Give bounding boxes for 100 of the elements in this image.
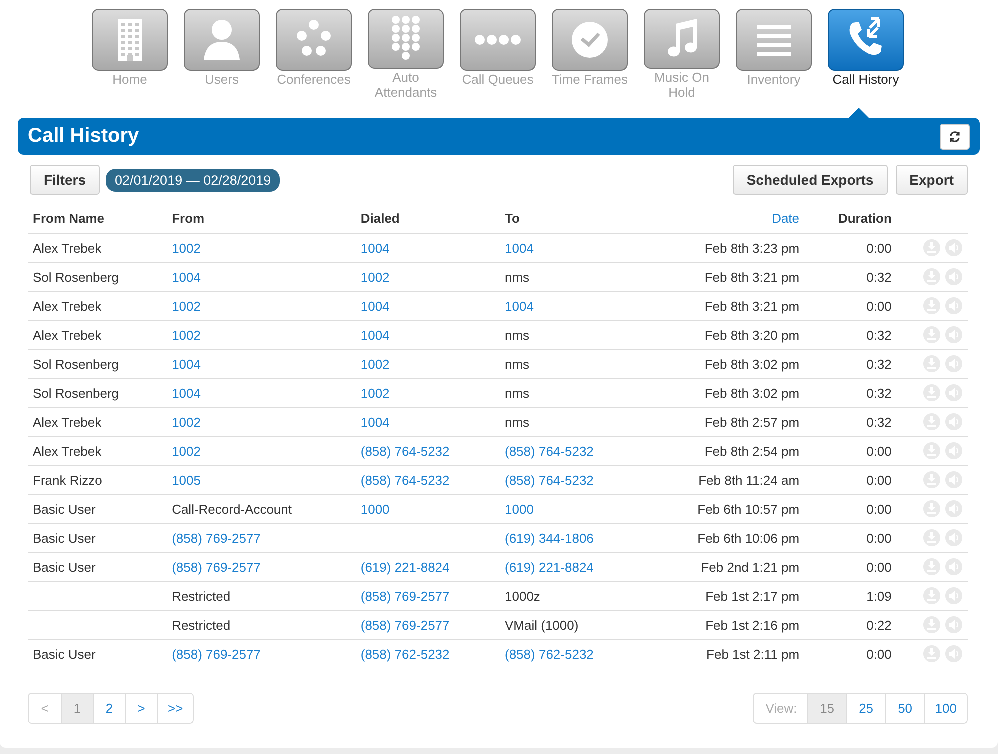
table-cell: VMail (1000) (505, 618, 579, 632)
table-cell: Feb 8th 2:57 pm (704, 414, 800, 430)
table-cell: 0:00 (866, 298, 892, 314)
phone-link[interactable]: 1002 (172, 240, 201, 256)
table-cell: Feb 1st 2:11 pm (706, 646, 800, 662)
page-size-button[interactable]: 15 (807, 694, 846, 723)
page-button[interactable]: 1 (61, 694, 93, 723)
phone-link[interactable]: (858) 762-5232 (505, 646, 594, 662)
column-header[interactable]: Duration (804, 204, 897, 234)
phone-link[interactable]: (858) 769-2577 (360, 588, 450, 604)
table-cell: Alex Trebek (33, 444, 102, 458)
phone-link[interactable]: 1004 (360, 298, 390, 314)
table-cell: Feb 8th 2:54 pm (704, 444, 800, 458)
phone-link[interactable]: 1005 (172, 472, 201, 488)
table-cell: nms (505, 386, 530, 400)
nav-tab[interactable]: Call History (828, 9, 904, 100)
table-cell: Feb 8th 11:24 am (698, 472, 800, 488)
phone-link[interactable]: (858) 769-2577 (360, 618, 450, 632)
phone-link[interactable]: 1004 (172, 270, 201, 284)
phone-link[interactable]: (858) 764-5232 (360, 444, 450, 458)
table-cell: Feb 1st 2:17 pm (706, 588, 800, 604)
toolbar-button[interactable]: Scheduled Exports (732, 165, 888, 195)
table-cell: 0:32 (866, 328, 892, 342)
phone-link[interactable]: (619) 221-8824 (505, 560, 594, 574)
column-header[interactable]: Date (652, 204, 805, 234)
table-cell: Call-Record-Account (172, 502, 292, 516)
phone-link[interactable]: 1002 (360, 386, 390, 400)
table-cell: Feb 8th 3:02 pm (704, 356, 800, 372)
page-size-button[interactable]: 100 (924, 694, 967, 723)
table-cell: Sol Rosenberg (33, 356, 119, 372)
table-cell: 0:00 (866, 444, 892, 458)
phone-link[interactable]: 1004 (360, 328, 390, 342)
phone-link[interactable]: (858) 769-2577 (172, 646, 261, 662)
table-cell: 0:32 (866, 356, 892, 372)
nav-tab[interactable]: Home (92, 9, 168, 100)
table-cell: 0:00 (866, 530, 892, 546)
table-cell: Basic User (33, 560, 96, 574)
phone-link[interactable]: 1002 (172, 328, 201, 342)
date-range-badge[interactable]: 02/01/2019 — 02/28/2019 (106, 168, 280, 192)
table-cell: Feb 1st 2:16 pm (706, 618, 800, 632)
phone-link[interactable]: (858) 769-2577 (172, 560, 261, 574)
filters-button[interactable]: Filters (30, 165, 100, 195)
page-title: Call History (28, 125, 140, 148)
table-cell: Basic User (33, 530, 96, 546)
table-cell: nms (505, 356, 530, 372)
phone-link[interactable]: 1004 (360, 240, 390, 256)
nav-tab[interactable]: Users (184, 9, 260, 100)
table-cell: Feb 8th 3:21 pm (704, 298, 800, 314)
page-button[interactable]: >> (157, 694, 194, 723)
phone-link[interactable]: 1000 (505, 502, 534, 516)
table-cell: Feb 6th 10:57 pm (698, 502, 800, 516)
column-header[interactable]: To (500, 204, 652, 234)
column-header[interactable]: Dialed (356, 204, 500, 234)
table-cell: 0:00 (866, 472, 892, 488)
phone-link[interactable]: (858) 762-5232 (360, 646, 450, 662)
phone-link[interactable]: 1004 (505, 298, 534, 314)
phone-link[interactable]: 1002 (360, 270, 390, 284)
phone-link[interactable]: (858) 764-5232 (360, 472, 450, 488)
phone-link[interactable]: (858) 764-5232 (505, 444, 594, 458)
table-cell: 0:00 (866, 240, 892, 256)
table-cell: 0:32 (866, 414, 892, 430)
dots-row-icon (473, 33, 523, 47)
table-cell: 1:09 (866, 588, 892, 604)
column-header[interactable]: From Name (28, 204, 168, 234)
phone-link[interactable]: 1004 (360, 414, 390, 430)
phone-link[interactable]: (858) 764-5232 (505, 472, 594, 488)
nav-tab[interactable]: Inventory (736, 9, 812, 100)
phone-link[interactable]: 1004 (172, 356, 201, 372)
table-cell: nms (505, 414, 530, 430)
table-cell: nms (505, 328, 530, 342)
column-header[interactable]: From (167, 204, 356, 234)
phone-link[interactable]: 1002 (172, 298, 201, 314)
table-cell: 1000z (505, 588, 540, 604)
table-cell: Restricted (172, 588, 231, 604)
phone-link[interactable]: (619) 344-1806 (505, 530, 594, 546)
table-cell: Basic User (33, 646, 96, 662)
phone-link[interactable]: 1004 (505, 240, 534, 256)
phone-link[interactable]: 1002 (172, 444, 201, 458)
toolbar-button[interactable]: Export (896, 165, 968, 195)
nav-tab[interactable]: Conferences (276, 9, 352, 100)
phone-link[interactable]: 1002 (172, 414, 201, 430)
table-cell: 0:32 (866, 270, 892, 284)
phone-link[interactable]: 1000 (360, 502, 390, 516)
table-cell: Feb 8th 3:21 pm (704, 270, 800, 284)
phone-link[interactable]: (858) 769-2577 (172, 530, 261, 546)
refresh-button[interactable] (940, 124, 970, 150)
nav-tab[interactable]: Music On Hold (644, 9, 720, 100)
table-cell: Frank Rizzo (33, 472, 102, 488)
table-cell: Feb 6th 10:06 pm (698, 530, 800, 546)
table-cell: Sol Rosenberg (33, 386, 119, 400)
table-cell: nms (505, 270, 530, 284)
nav-tab[interactable]: Call Queues (460, 9, 536, 100)
table-cell: Feb 2nd 1:21 pm (701, 560, 800, 574)
phone-link[interactable]: 1004 (172, 386, 201, 400)
phone-link[interactable]: (619) 221-8824 (360, 560, 450, 574)
nav-tab[interactable]: Auto Attendants (368, 9, 444, 100)
nav-tab[interactable]: Time Frames (552, 9, 628, 100)
phone-link[interactable]: 1002 (360, 356, 390, 372)
table-cell: 0:22 (866, 618, 892, 632)
table-cell: Alex Trebek (33, 328, 102, 342)
